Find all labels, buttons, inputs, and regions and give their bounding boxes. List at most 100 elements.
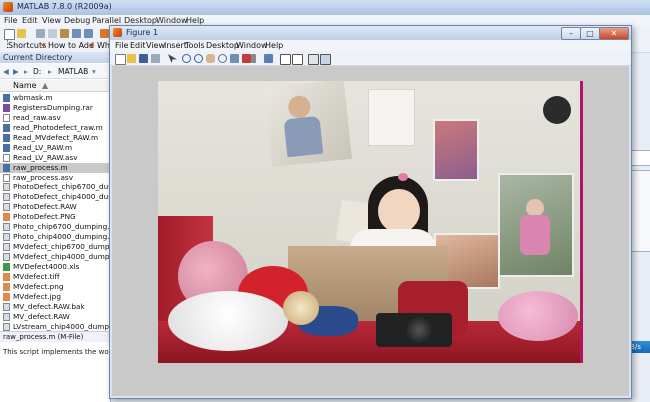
fig-menu-help[interactable]: Help — [265, 41, 283, 50]
show-plot-tools-icon[interactable] — [320, 54, 331, 65]
save-icon[interactable] — [139, 54, 148, 63]
wall-photo-outdoor — [498, 173, 574, 277]
brush-dropdown-icon[interactable] — [251, 54, 256, 63]
copy-icon[interactable] — [48, 29, 57, 38]
details-header[interactable]: raw_process.m (M-File) — [0, 331, 110, 342]
open-folder-icon[interactable] — [17, 29, 26, 38]
link-plot-icon[interactable] — [264, 54, 273, 63]
generic-file-icon — [3, 183, 10, 192]
list-item[interactable]: Photo_chip6700_dumping.RAW — [0, 222, 110, 232]
data-cursor-icon[interactable] — [230, 54, 239, 63]
forward-arrow-icon[interactable]: ▶ — [13, 67, 19, 76]
matlab-title-bar[interactable]: MATLAB 7.8.0 (R2009a) — [0, 0, 650, 16]
path-more-icon[interactable]: ▾ — [92, 67, 96, 76]
list-item-selected[interactable]: raw_process.m — [0, 162, 110, 173]
minimize-button[interactable]: – — [561, 27, 581, 40]
list-item[interactable]: raw_process.asv — [0, 173, 110, 183]
wall-mickey-sticker — [543, 96, 571, 124]
path-folder[interactable]: MATLAB — [58, 67, 88, 76]
figure-canvas — [112, 66, 629, 396]
list-item[interactable]: MV_defect.RAW.bak — [0, 302, 110, 312]
print-icon[interactable] — [151, 54, 160, 63]
menu-desktop[interactable]: Desktop — [124, 16, 157, 25]
list-item[interactable]: Read_LV_RAW.asv — [0, 153, 110, 163]
wall-photo-girl-pink — [433, 119, 479, 181]
back-arrow-icon[interactable]: ◀ — [3, 67, 9, 76]
open-file-icon[interactable] — [127, 54, 136, 63]
fig-menu-window[interactable]: Window — [236, 41, 268, 50]
list-item[interactable]: Photo_chip4000_dumping.RAW — [0, 232, 110, 242]
list-item[interactable]: RegistersDumping.rar — [0, 103, 110, 113]
list-item[interactable]: Read_MVdefect_RAW.m — [0, 133, 110, 143]
matlab-title: MATLAB 7.8.0 (R2009a) — [17, 2, 112, 11]
list-item[interactable]: MVdefect.png — [0, 282, 110, 292]
list-item[interactable]: MVdefect_chip4000_dumping... — [0, 252, 110, 262]
list-item[interactable]: PhotoDefect.RAW — [0, 202, 110, 212]
list-item[interactable]: PhotoDefect_chip6700_dumpi... — [0, 182, 110, 192]
menu-edit[interactable]: Edit — [22, 16, 38, 25]
edge-panel-fragment — [630, 170, 650, 252]
list-item[interactable]: PhotoDefect_chip4000_dumpi... — [0, 192, 110, 202]
image-file-icon — [3, 282, 10, 291]
figure-title-bar[interactable]: Figure 1 – □ ✕ — [110, 26, 631, 40]
list-item[interactable]: MVDefect4000.xls — [0, 262, 110, 272]
list-item[interactable]: LVstream_chip4000_dumping... — [0, 322, 110, 332]
fig-menu-file[interactable]: File — [115, 41, 128, 50]
generic-file-icon — [3, 253, 10, 261]
fig-menu-insert[interactable]: Insert — [164, 41, 187, 50]
list-item[interactable]: MV_defect.RAW — [0, 312, 110, 322]
file-list: wbmask.m RegistersDumping.rar read_raw.a… — [0, 93, 110, 332]
redo-icon[interactable] — [84, 29, 93, 38]
cut-icon[interactable] — [36, 29, 45, 38]
new-figure-icon[interactable] — [115, 54, 126, 65]
list-item[interactable]: Read_LV_RAW.m — [0, 143, 110, 153]
list-item[interactable]: read_raw.asv — [0, 113, 110, 123]
edit-plot-arrow-icon[interactable] — [168, 54, 177, 63]
menu-debug[interactable]: Debug — [64, 16, 90, 25]
hide-plot-tools-icon[interactable] — [308, 54, 319, 65]
undo-icon[interactable] — [72, 29, 81, 38]
rotate-3d-icon[interactable] — [218, 54, 227, 63]
photo-edge-stripe — [580, 81, 583, 363]
list-item[interactable]: MVdefect_chip6700_dumping... — [0, 242, 110, 252]
new-file-icon[interactable] — [4, 29, 15, 40]
maximize-button[interactable]: □ — [580, 27, 600, 40]
matlab-logo-icon — [3, 2, 13, 12]
list-item[interactable]: MVdefect.jpg — [0, 292, 110, 302]
girl-face — [378, 189, 420, 233]
figure-window: Figure 1 – □ ✕ File Edit View Insert Too… — [109, 25, 632, 399]
fig-menu-desktop[interactable]: Desktop — [206, 41, 239, 50]
menu-parallel[interactable]: Parallel — [92, 16, 121, 25]
brush-icon[interactable] — [242, 54, 251, 63]
fig-menu-edit[interactable]: Edit — [130, 41, 146, 50]
simulink-icon[interactable] — [100, 29, 109, 38]
menu-window[interactable]: Window — [156, 16, 188, 25]
current-directory-header[interactable]: Current Directory — [0, 52, 110, 63]
m-file-icon — [3, 94, 10, 102]
menu-view[interactable]: View — [42, 16, 61, 25]
close-button[interactable]: ✕ — [599, 27, 629, 40]
legend-icon[interactable] — [292, 54, 303, 65]
details-text: This script implements the workflo — [3, 348, 125, 356]
paste-icon[interactable] — [60, 29, 69, 38]
name-column-header[interactable]: Name ▲ — [0, 80, 110, 92]
generic-file-icon — [3, 322, 10, 331]
list-item[interactable]: MVdefect.tiff — [0, 272, 110, 282]
colorbar-icon[interactable] — [280, 54, 291, 65]
fig-menu-view[interactable]: View — [146, 41, 165, 50]
list-item[interactable]: read_Photodefect_raw.m — [0, 123, 110, 133]
fig-menu-tools[interactable]: Tools — [185, 41, 205, 50]
menu-help[interactable]: Help — [186, 16, 204, 25]
path-drive[interactable]: D: — [33, 67, 41, 76]
zoom-in-icon[interactable] — [182, 54, 191, 63]
menu-file[interactable]: File — [4, 16, 17, 25]
m-file-icon — [3, 133, 10, 142]
list-item[interactable]: wbmask.m — [0, 93, 110, 103]
zoom-out-icon[interactable] — [194, 54, 203, 63]
generic-file-icon — [3, 302, 10, 311]
path-dropdown-icon[interactable]: ▸ — [24, 67, 28, 76]
wall-note-paper — [368, 89, 415, 146]
generic-file-icon — [3, 233, 10, 242]
pan-hand-icon[interactable] — [206, 54, 215, 63]
list-item[interactable]: PhotoDefect.PNG — [0, 212, 110, 222]
